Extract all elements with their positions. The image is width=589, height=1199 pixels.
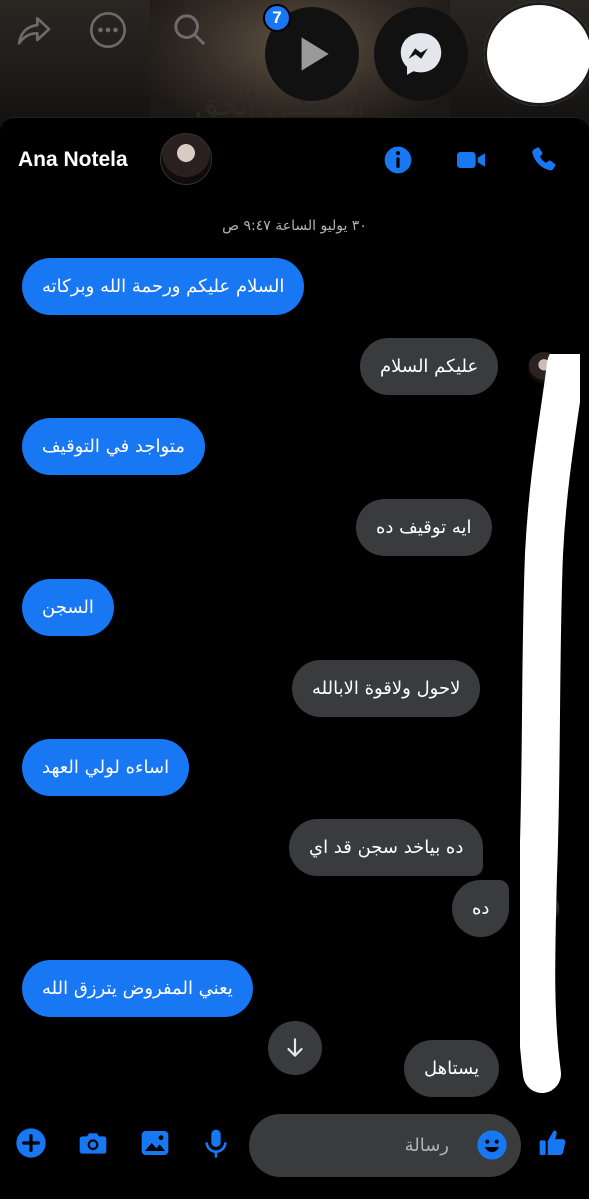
notification-badge: 7 xyxy=(263,4,291,32)
contact-avatar[interactable] xyxy=(160,133,212,185)
search-icon[interactable] xyxy=(170,10,210,50)
microphone-icon xyxy=(205,1129,227,1158)
message-received[interactable]: لاحول ولاقوة الابالله xyxy=(292,660,481,717)
camera-button[interactable] xyxy=(76,1126,110,1160)
arrow-down-icon xyxy=(287,1038,303,1057)
more-icon[interactable] xyxy=(88,10,128,50)
emoji-icon xyxy=(477,1130,507,1160)
like-icon xyxy=(539,1130,566,1155)
voice-button[interactable] xyxy=(199,1126,233,1160)
chat-window: Ana Notela ٣٠ يوليو الساعة ٩:٤٧ ص السلام… xyxy=(0,117,589,1199)
video-call-icon xyxy=(457,152,485,168)
message-received[interactable]: ايه توقيف ده xyxy=(356,499,492,556)
gallery-icon xyxy=(141,1131,169,1155)
info-icon xyxy=(384,146,412,174)
message-sent[interactable]: يعني المفروض يترزق الله xyxy=(22,960,253,1017)
messenger-icon xyxy=(400,33,442,75)
emoji-button[interactable] xyxy=(476,1129,508,1161)
conversation-timestamp: ٣٠ يوليو الساعة ٩:٤٧ ص xyxy=(222,218,367,234)
message-sent[interactable]: اساءه لولي العهد xyxy=(22,739,190,796)
video-call-button[interactable] xyxy=(455,144,487,176)
phone-call-button[interactable] xyxy=(528,144,560,176)
message-sent[interactable]: متواجد في التوقيف xyxy=(22,418,205,475)
message-received[interactable]: يستاهل xyxy=(404,1040,500,1097)
message-composer xyxy=(0,1114,589,1184)
scroll-to-bottom-button[interactable] xyxy=(268,1021,322,1075)
message-sent[interactable]: السلام عليكم ورحمة الله وبركاته xyxy=(22,258,305,315)
camera-icon xyxy=(79,1133,107,1154)
like-button[interactable] xyxy=(536,1126,570,1160)
share-icon[interactable] xyxy=(14,10,54,50)
phone-icon xyxy=(532,147,556,171)
message-received[interactable]: عليكم السلام xyxy=(360,338,499,395)
message-sent[interactable]: السجن xyxy=(22,579,114,636)
gallery-button[interactable] xyxy=(138,1126,172,1160)
plus-icon xyxy=(16,1128,46,1158)
messenger-chat-head[interactable] xyxy=(374,7,468,101)
contact-name[interactable]: Ana Notela xyxy=(18,148,128,172)
play-icon xyxy=(301,37,329,71)
message-received[interactable]: ده xyxy=(452,880,510,937)
chat-header: Ana Notela xyxy=(0,118,589,202)
profile-chat-head[interactable] xyxy=(484,2,589,106)
add-button[interactable] xyxy=(14,1126,48,1160)
message-received[interactable]: ده بياخد سجن قد اي xyxy=(289,819,484,876)
redaction-scribble xyxy=(520,354,580,1093)
info-button[interactable] xyxy=(382,144,414,176)
